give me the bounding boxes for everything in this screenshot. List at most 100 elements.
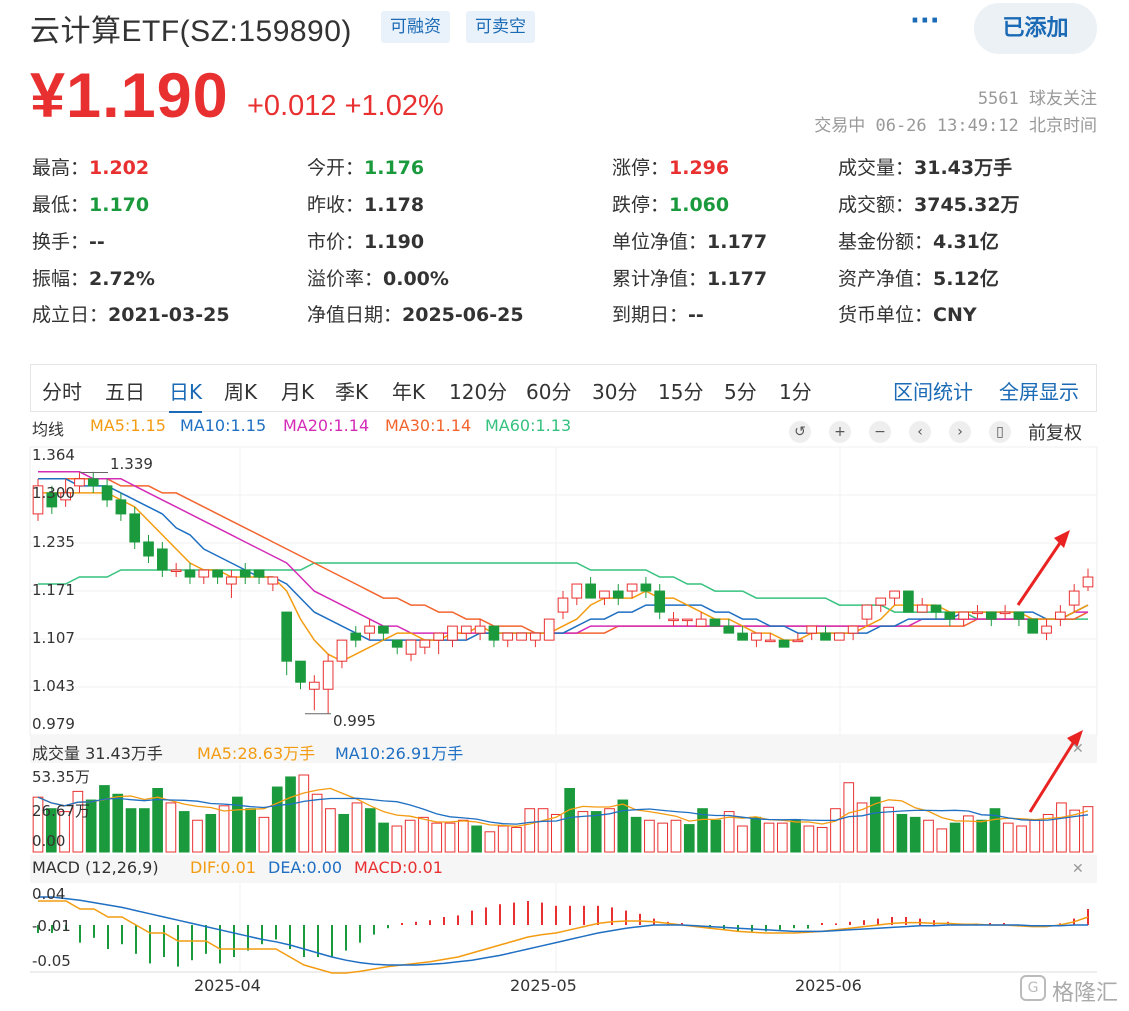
candle-body <box>958 611 969 620</box>
volume-bar <box>883 806 894 853</box>
candle-body <box>198 569 210 578</box>
candle-body <box>1027 618 1039 634</box>
candle-body <box>530 632 541 641</box>
candle-body <box>985 611 997 620</box>
candle-body <box>101 485 113 501</box>
volume-bar <box>923 819 934 853</box>
ma5-line <box>38 492 1089 663</box>
candle-body <box>157 548 168 571</box>
candle-body <box>1068 590 1080 606</box>
candle-body <box>1013 611 1025 620</box>
candle-body <box>571 583 583 599</box>
candle-body <box>502 632 514 641</box>
candle-body <box>1055 611 1066 620</box>
candle-body <box>447 625 458 641</box>
close-volume-icon[interactable]: ✕ <box>1072 741 1084 757</box>
candle-body <box>612 590 624 599</box>
close-macd-icon[interactable]: ✕ <box>1072 861 1084 877</box>
volume-header-bg <box>30 735 1097 763</box>
candle-body <box>129 513 141 543</box>
candle-body <box>308 681 320 690</box>
annotation-arrow-price <box>1016 539 1064 606</box>
volume-bar <box>657 822 669 853</box>
candle-body <box>336 639 348 662</box>
candle-body <box>847 625 859 634</box>
candle-body <box>516 632 527 641</box>
candle-body <box>640 583 652 592</box>
candle-body <box>115 499 127 515</box>
candle-body <box>889 590 900 599</box>
volume-bar <box>590 811 602 853</box>
price-axis-label: 1.171 <box>32 581 75 599</box>
volume-bar <box>1002 822 1014 853</box>
volume-bar <box>710 819 722 853</box>
candle-body <box>378 625 389 634</box>
volume-bar <box>338 813 350 853</box>
volume-axis-mid: 26.67万 <box>32 802 90 820</box>
volume-bar <box>537 808 549 853</box>
candle-body <box>253 569 265 578</box>
macd-axis-mid: -0.01 <box>32 917 71 935</box>
volume-bar <box>750 816 762 853</box>
volume-bar <box>577 811 589 853</box>
candle-body <box>239 569 251 578</box>
volume-bar <box>205 813 217 853</box>
kline-chart[interactable] <box>0 0 1129 1011</box>
candle-body <box>460 625 472 634</box>
candle-body <box>433 632 444 641</box>
candle-body <box>226 576 237 585</box>
volume-bar <box>325 808 336 853</box>
volume-bar <box>816 826 828 853</box>
candle-body <box>861 604 873 620</box>
candle-body <box>668 618 679 622</box>
candle-body <box>764 639 776 643</box>
macd-label: MACD (12,26,9) <box>32 858 159 877</box>
gelonghui-logo-icon: G <box>1020 975 1046 1001</box>
volume-bar <box>630 816 642 853</box>
volume-axis-zero: 0.00 <box>32 832 66 850</box>
volume-axis-top: 53.35万 <box>32 768 90 786</box>
volume-bar <box>497 825 509 853</box>
candle-body <box>626 583 638 592</box>
candle-body <box>751 632 762 641</box>
candle-body <box>930 604 942 613</box>
candle-body <box>74 478 85 487</box>
x-label-may: 2025-05 <box>510 976 577 995</box>
volume-bar <box>604 808 615 853</box>
candle-body <box>944 611 956 620</box>
macd-dif: DIF:0.01 <box>190 858 257 877</box>
candle-body <box>682 618 693 622</box>
volume-bar <box>683 824 695 853</box>
volume-bar <box>909 816 921 853</box>
price-axis-label: 1.235 <box>32 533 75 551</box>
volume-bar <box>418 816 429 853</box>
volume-bar <box>404 819 416 853</box>
candle-body <box>212 569 223 578</box>
volume-bar <box>298 774 310 853</box>
candle-body <box>350 632 362 641</box>
volume-ma5: MA5:28.63万手 <box>197 744 316 763</box>
candle-body <box>419 639 431 648</box>
candle-body <box>87 478 99 487</box>
candle-body <box>875 597 887 606</box>
volume-bar <box>763 822 775 853</box>
volume-bar <box>178 811 190 853</box>
candle-body <box>792 639 804 643</box>
candle-body <box>999 611 1011 615</box>
x-label-apr: 2025-04 <box>194 976 261 995</box>
volume-bar <box>564 787 575 853</box>
volume-bar <box>378 822 389 853</box>
volume-bar <box>511 826 522 853</box>
candle-body <box>267 576 279 585</box>
volume-bar <box>1056 802 1067 853</box>
volume-bar <box>976 819 988 853</box>
volume-bar <box>245 808 256 853</box>
volume-bar <box>431 822 443 853</box>
candle-body <box>723 625 735 634</box>
macd-axis-top: 0.04 <box>32 885 66 903</box>
volume-bar <box>830 808 841 853</box>
macd-value: MACD:0.01 <box>354 858 443 877</box>
candle-body <box>599 590 610 599</box>
volume-bar <box>218 805 230 853</box>
candle-body <box>709 618 721 627</box>
